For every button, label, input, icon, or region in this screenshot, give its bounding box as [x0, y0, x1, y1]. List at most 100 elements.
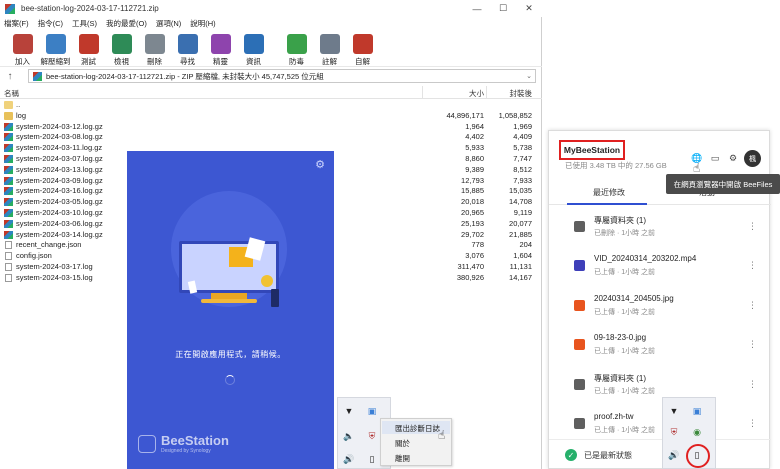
- file-size: 380,926: [456, 272, 484, 282]
- toolbar-button[interactable]: 加入: [6, 31, 39, 67]
- usb-tray-icon[interactable]: ▯: [365, 452, 379, 466]
- item-name: 專屬資料夾 (1): [594, 216, 646, 225]
- speaker-tray-icon[interactable]: 🔈: [342, 429, 356, 443]
- item-name: VID_20240314_203202.mp4: [594, 254, 697, 264]
- item-name: proof.zh-tw: [594, 411, 634, 421]
- file-size: 1,964: [465, 121, 484, 131]
- file-name: system-2024-03-11.log.gz: [16, 143, 103, 153]
- item-meta: 已刪除 · 1小時 之前: [594, 230, 656, 237]
- list-item[interactable]: 20240314_204505.jpg 已上傳 · 1小時 之前 ⋮: [549, 288, 771, 327]
- file-size: 20,965: [461, 207, 484, 217]
- folder-icon[interactable]: ▭: [708, 152, 722, 166]
- toolbar-button[interactable]: 自解: [346, 31, 379, 67]
- more-options-icon[interactable]: ⋮: [748, 260, 757, 271]
- column-name[interactable]: 名稱: [4, 88, 19, 99]
- volume-tray-icon[interactable]: 🔊: [667, 448, 681, 462]
- window-controls: — ☐ ✕: [464, 0, 542, 17]
- address-field[interactable]: bee-station-log-2024-03-17-112721.zip - …: [28, 69, 536, 83]
- view-book-icon: [111, 34, 132, 54]
- add-archive-icon: [12, 34, 33, 54]
- folder-icon: [574, 417, 585, 429]
- toolbar-label: 解壓縮到: [40, 57, 71, 66]
- file-row[interactable]: log 44,896,171 1,058,852: [0, 111, 542, 122]
- maximize-button[interactable]: ☐: [490, 0, 516, 17]
- toolbar-button[interactable]: 檢視: [105, 31, 138, 67]
- toolbar-button[interactable]: 資訊: [237, 31, 270, 67]
- menu-export-logs[interactable]: 匯出診斷日誌: [395, 423, 440, 434]
- column-size[interactable]: 大小: [469, 88, 484, 99]
- address-bar: ↑ bee-station-log-2024-03-17-112721.zip …: [0, 68, 542, 84]
- beestation-splash-window: ⚙ 正在開啟應用程式，請稍候。 BeeStation Designed by S…: [127, 151, 334, 469]
- file-packed-size: 8,512: [513, 164, 532, 174]
- file-row[interactable]: system-2024-03-08.log.gz 4,402 4,409: [0, 132, 542, 143]
- list-item[interactable]: VID_20240314_203202.mp4 已上傳 · 1小時 之前 ⋮: [549, 248, 771, 287]
- address-text: bee-station-log-2024-03-17-112721.zip - …: [46, 71, 324, 81]
- file-name: log: [16, 110, 27, 120]
- tab-recent[interactable]: 最近修改: [593, 187, 625, 198]
- folder-icon: [574, 378, 585, 390]
- wizard-wand-icon: [210, 34, 231, 54]
- gear-icon[interactable]: ⚙: [726, 152, 740, 166]
- file-size: 4,402: [465, 132, 484, 142]
- toolbar-button[interactable]: 尋找: [171, 31, 204, 67]
- security-tray-icon[interactable]: ⛨: [365, 429, 379, 443]
- list-item[interactable]: 專屬資料夾 (1) 已上傳 · 1小時 之前 ⋮: [549, 367, 771, 406]
- more-options-icon[interactable]: ⋮: [748, 418, 757, 429]
- beestation-tray-icon[interactable]: ▼: [667, 404, 681, 418]
- more-options-icon[interactable]: ⋮: [748, 339, 757, 350]
- menu-exit[interactable]: 離開: [395, 453, 410, 464]
- column-packed[interactable]: 封裝後: [510, 88, 533, 99]
- more-options-icon[interactable]: ⋮: [748, 300, 757, 311]
- file-packed-size: 9,119: [513, 207, 532, 217]
- file-size: 9,389: [465, 164, 484, 174]
- minimize-button[interactable]: —: [464, 0, 490, 17]
- find-magnifier-icon: [177, 34, 198, 54]
- file-size: 311,470: [457, 261, 484, 271]
- up-arrow-icon[interactable]: ↑: [0, 68, 20, 84]
- more-options-icon[interactable]: ⋮: [748, 379, 757, 390]
- column-separator[interactable]: [486, 86, 487, 99]
- item-meta: 已上傳 · 1小時 之前: [594, 308, 656, 316]
- document-icon: [5, 273, 12, 282]
- menu-help[interactable]: 說明(H): [190, 18, 215, 29]
- file-packed-size: 1,058,852: [498, 110, 532, 120]
- menu-favorites[interactable]: 我的最愛(O): [106, 18, 147, 29]
- device-name: MyBeeStation: [559, 140, 625, 160]
- network-tray-icon[interactable]: ▣: [365, 404, 379, 418]
- archive-file-icon: [4, 133, 13, 142]
- toolbar-label: 註解: [322, 57, 337, 66]
- list-item[interactable]: 09-18-23-0.jpg 已上傳 · 1小時 之前 ⋮: [549, 327, 771, 366]
- toolbar-button[interactable]: 刪除: [138, 31, 171, 67]
- menu-options[interactable]: 選項(N): [156, 18, 181, 29]
- network-tray-icon[interactable]: ▣: [690, 404, 704, 418]
- toolbar-button[interactable]: 防毒: [280, 31, 313, 67]
- archive-file-icon: [4, 198, 13, 207]
- toolbar-button[interactable]: 精靈: [204, 31, 237, 67]
- menu-file[interactable]: 檔案(F): [4, 18, 29, 29]
- menu-tools[interactable]: 工具(S): [72, 18, 97, 29]
- volume-tray-icon[interactable]: 🔊: [342, 452, 356, 466]
- menu-commands[interactable]: 指令(C): [38, 18, 63, 29]
- file-row[interactable]: ..: [0, 100, 542, 111]
- dropdown-arrow-icon[interactable]: ⌄: [526, 72, 532, 80]
- more-options-icon[interactable]: ⋮: [748, 221, 757, 232]
- desktop-illustration-icon: [171, 191, 287, 307]
- close-button[interactable]: ✕: [516, 0, 542, 17]
- toolbar-button[interactable]: 測試: [72, 31, 105, 67]
- avatar[interactable]: 楓: [744, 150, 761, 167]
- beestation-tray-icon[interactable]: ▼: [342, 404, 356, 418]
- column-separator[interactable]: [422, 86, 423, 99]
- file-packed-size: 1,604: [513, 251, 532, 261]
- beestation-mark-icon: [138, 435, 156, 453]
- toolbar-button[interactable]: 解壓縮到: [39, 31, 72, 67]
- settings-gear-icon[interactable]: ⚙: [314, 159, 326, 171]
- globe-tray-icon[interactable]: ◉: [690, 425, 704, 439]
- menu-about[interactable]: 關於: [395, 438, 410, 449]
- file-row[interactable]: system-2024-03-12.log.gz 1,964 1,969: [0, 122, 542, 133]
- toolbar-label: 防毒: [289, 57, 304, 66]
- toolbar-label: 自解: [355, 57, 370, 66]
- security-tray-icon[interactable]: ⛨: [667, 425, 681, 439]
- toolbar-button[interactable]: 註解: [313, 31, 346, 67]
- file-size: 44,896,171: [446, 110, 484, 120]
- list-item[interactable]: 專屬資料夾 (1) 已刪除 · 1小時 之前 ⋮: [549, 209, 771, 248]
